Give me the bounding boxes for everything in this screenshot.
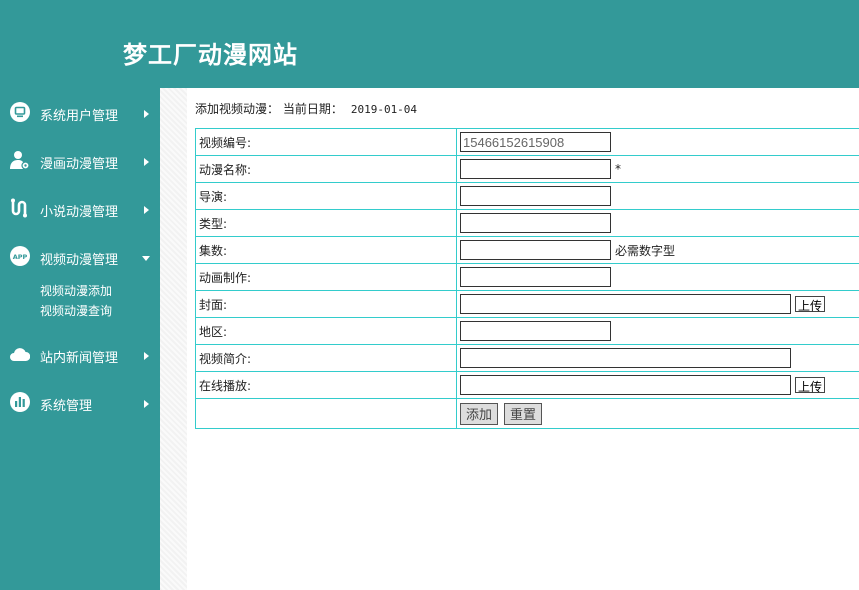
sidebar-subitem-video-query[interactable]: 视频动漫查询 [40,302,112,319]
play-input[interactable] [460,375,791,395]
region-input[interactable] [460,321,611,341]
form-row: 地区: [195,317,859,345]
sidebar-item-system-users[interactable]: 系统用户管理 [0,96,160,132]
breadcrumb-text: 添加视频动漫： 当前日期： [195,102,343,116]
sidebar-item-label: 漫画动漫管理 [40,157,119,172]
sidebar-item-label: 系统管理 [40,399,93,414]
video-no-label: 视频编号: [195,128,457,156]
form-row: 导演: [195,182,859,210]
type-label: 类型: [195,209,457,237]
cover-upload-button[interactable]: 上传 [795,296,826,313]
sidebar-item-comic[interactable]: 漫画动漫管理 [0,144,160,180]
video-add-form: 视频编号: 动漫名称: * 导演: 类型: 集数: 必需数字型 动画制作: 封面 [195,128,859,429]
episodes-hint: 必需数字型 [615,243,676,258]
producer-input[interactable] [460,267,611,287]
intro-label: 视频简介: [195,344,457,372]
form-row: 视频简介: [195,344,859,372]
app-icon: APP [10,246,30,266]
sidebar: 系统用户管理 漫画动漫管理 小说动漫管理 APP 视频动漫管理 视频动漫添加 视… [0,88,160,590]
form-row: 动漫名称: * [195,155,859,183]
chevron-right-icon [144,352,149,360]
site-title: 梦工厂动漫网站 [123,40,298,69]
form-row: 封面: 上传 [195,290,859,318]
form-row: 在线播放: 上传 [195,371,859,399]
name-label: 动漫名称: [195,155,457,183]
cover-input[interactable] [460,294,791,314]
form-row: 类型: [195,209,859,237]
breadcrumb: 添加视频动漫： 当前日期： 2019-01-04 [195,100,417,117]
monitor-icon [10,102,30,122]
play-label: 在线播放: [195,371,457,399]
chevron-right-icon [144,110,149,118]
sidebar-item-video[interactable]: APP 视频动漫管理 [0,240,160,276]
chevron-down-icon [142,256,150,261]
sidebar-item-label: 系统用户管理 [40,109,119,124]
intro-input[interactable] [460,348,791,368]
video-no-input[interactable] [460,132,611,152]
sidebar-item-label: 小说动漫管理 [40,205,119,220]
region-label: 地区: [195,317,457,345]
svg-text:APP: APP [13,253,28,261]
chevron-right-icon [144,400,149,408]
play-upload-button[interactable]: 上传 [795,377,826,394]
current-date: 2019-01-04 [350,103,418,116]
sidebar-item-novel[interactable]: 小说动漫管理 [0,192,160,228]
bar-chart-icon [10,392,30,412]
episodes-label: 集数: [195,236,457,264]
sidebar-item-system[interactable]: 系统管理 [0,386,160,422]
user-gear-icon [10,151,30,170]
chevron-right-icon [144,206,149,214]
route-icon [11,198,27,218]
sidebar-item-label: 视频动漫管理 [40,253,119,268]
name-input[interactable] [460,159,611,179]
cover-label: 封面: [195,290,457,318]
form-row: 视频编号: [195,128,859,156]
reset-button[interactable]: 重置 [504,402,543,425]
sidebar-subitem-video-add[interactable]: 视频动漫添加 [40,282,112,299]
director-label: 导演: [195,182,457,210]
form-row: 集数: 必需数字型 [195,236,859,264]
sidebar-item-news[interactable]: 站内新闻管理 [0,338,160,374]
form-row: 动画制作: [195,263,859,291]
add-button[interactable]: 添加 [460,402,499,425]
sidebar-item-label: 站内新闻管理 [40,351,119,366]
header-bar: 梦工厂动漫网站 [0,0,859,88]
type-input[interactable] [460,213,611,233]
episodes-input[interactable] [460,240,611,260]
director-input[interactable] [460,186,611,206]
producer-label: 动画制作: [195,263,457,291]
chevron-right-icon [144,158,149,166]
required-mark: * [615,162,621,176]
sidebar-divider [160,88,187,590]
cloud-icon [10,348,30,361]
form-actions-row: 添加 重置 [195,398,859,429]
